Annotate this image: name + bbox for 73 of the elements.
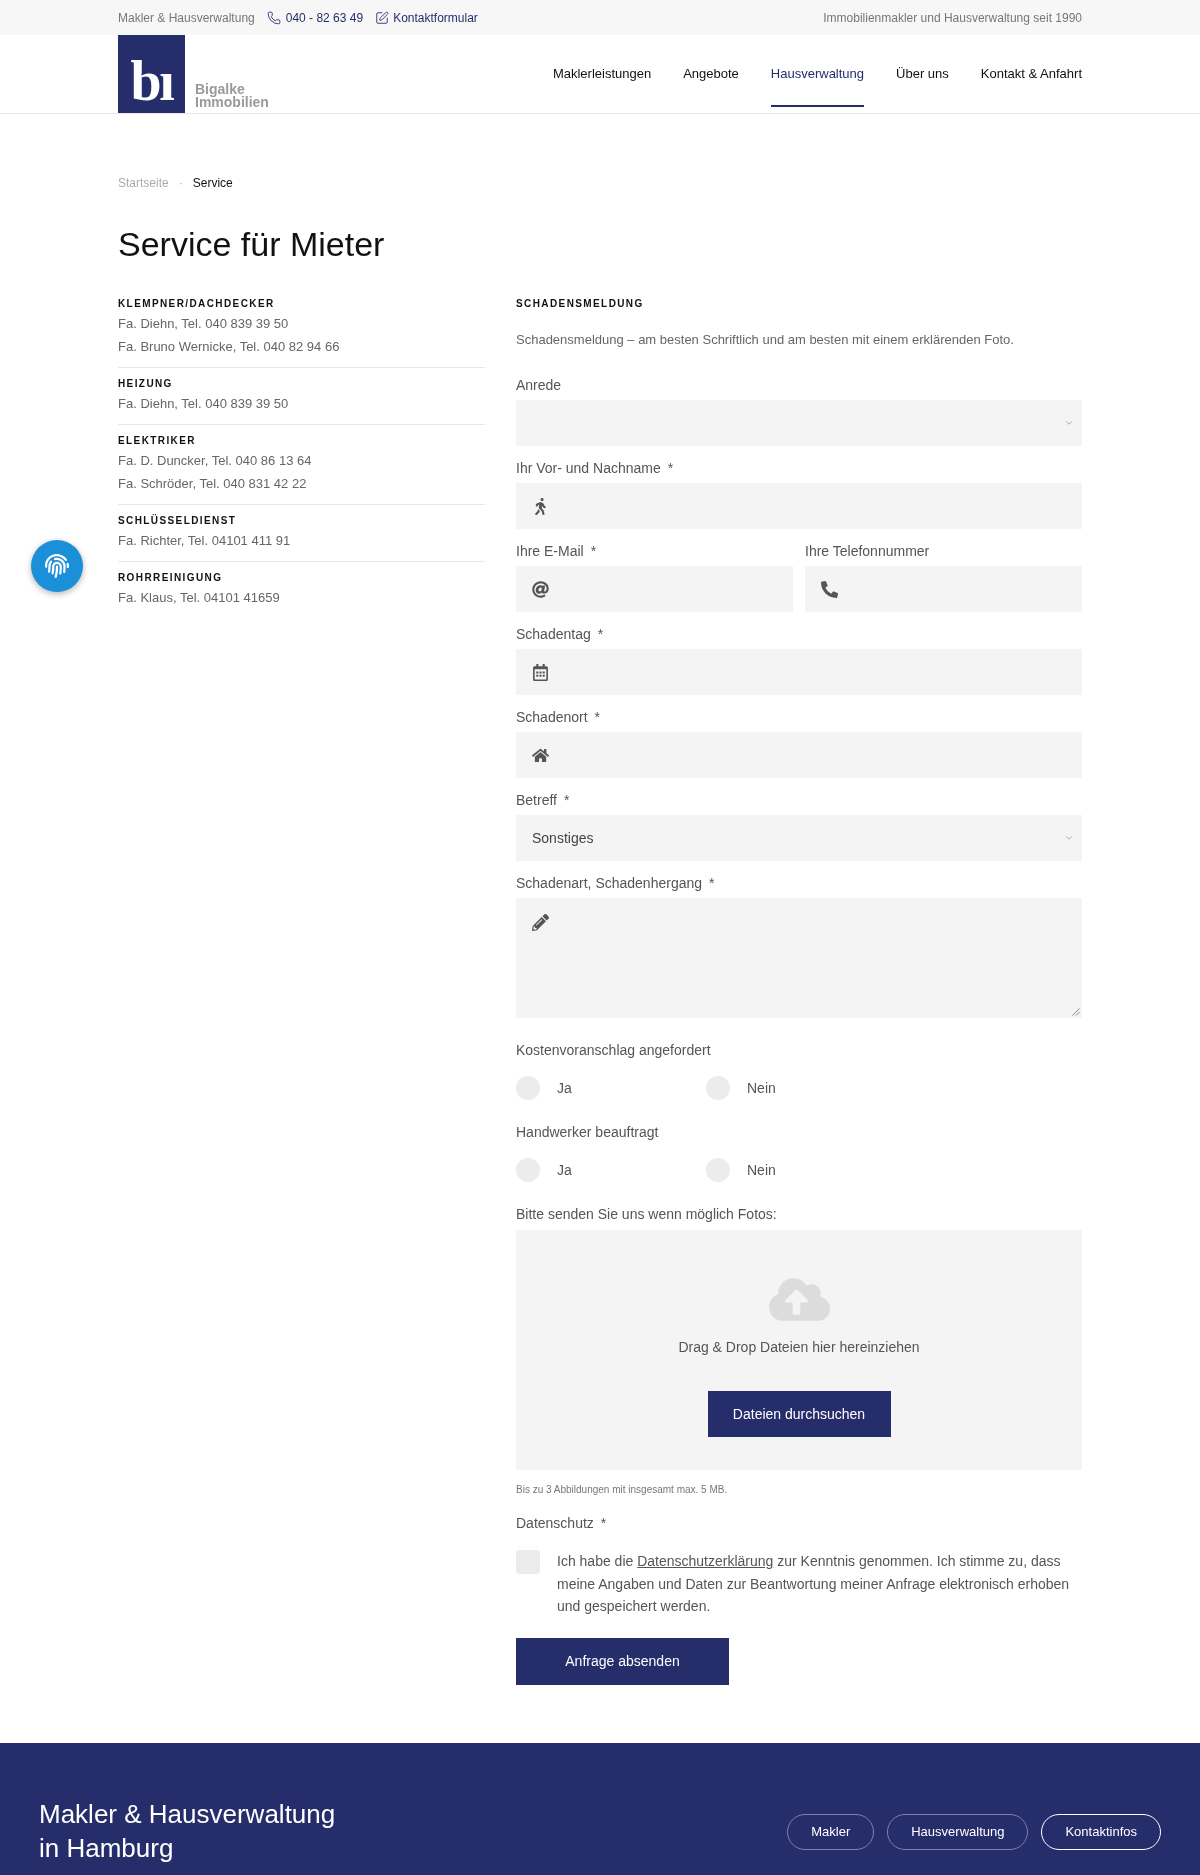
field-label: Kostenvoranschlag angefordert	[516, 1041, 711, 1060]
field-label: Datenschutz *	[516, 1514, 607, 1533]
fingerprint-icon	[45, 554, 69, 578]
resize-grip-icon[interactable]	[1072, 1008, 1080, 1016]
walking-person-icon	[532, 497, 549, 515]
section-heading: ROHRREINIGUNG	[118, 571, 223, 585]
phone-icon	[821, 580, 838, 598]
place-input[interactable]	[516, 732, 1082, 778]
phone-link[interactable]: 040 - 82 63 49	[266, 8, 364, 27]
select-field[interactable]: Sonstiges	[516, 815, 1082, 861]
radio-label: Ja	[557, 1079, 572, 1098]
contact-line: Fa. Bruno Wernicke, Tel. 040 82 94 66	[118, 338, 340, 356]
submit-button[interactable]: Anfrage absenden	[516, 1637, 729, 1685]
cloud-upload-icon	[768, 1275, 830, 1324]
section-heading: ELEKTRIKER	[118, 434, 196, 448]
fingerprint-button[interactable]	[31, 540, 83, 592]
edit-icon	[375, 10, 390, 25]
calendar-icon	[532, 663, 549, 681]
section-heading: SCHLÜSSELDIENST	[118, 513, 237, 528]
radio-label: Ja	[557, 1161, 572, 1180]
select-field[interactable]	[516, 400, 1082, 446]
field-label: Ihr Vor- und Nachname *	[516, 459, 674, 478]
phone-icon	[266, 10, 281, 25]
phone-input[interactable]	[805, 566, 1082, 612]
nav-link[interactable]: Über uns	[896, 64, 949, 84]
nav-link[interactable]: Maklerleistungen	[552, 64, 652, 84]
field-label: Betreff *	[516, 791, 570, 810]
contact-line: Fa. Diehn, Tel. 040 839 39 50	[118, 315, 289, 333]
field-label: Ihre E-Mail *	[516, 542, 597, 561]
date-input[interactable]	[516, 649, 1082, 695]
contact-line: Fa. Diehn, Tel. 040 839 39 50	[118, 395, 289, 413]
browse-files-button[interactable]: Dateien durchsuchen	[707, 1391, 891, 1437]
nav-link[interactable]: Angebote	[683, 64, 739, 84]
pencil-icon	[532, 914, 549, 931]
field-label: Bitte senden Sie uns wenn möglich Fotos:	[516, 1205, 777, 1224]
consent-text: Ich habe die Datenschutzerklärung zur Kenntnis genommen. Ich stimme zu, dass meine Angaben und Daten zur Beantwortung meiner Anfrage elektronisch erhoben und gespeichert werden.	[557, 1552, 1071, 1616]
contact-line: Fa. Schröder, Tel. 040 831 42 22	[118, 475, 307, 493]
breadcrumb-separator: ·	[178, 175, 183, 191]
at-sign-icon	[532, 580, 549, 598]
field-label: Handwerker beauftragt	[516, 1123, 659, 1142]
upload-note: Bis zu 3 Abbildungen mit insgesamt max. 5 MB.	[516, 1483, 728, 1497]
tagline: Immobilienmakler und Hausverwaltung seit 1990	[823, 9, 1082, 27]
contact-line: Fa. Klaus, Tel. 04101 41659	[118, 589, 280, 607]
field-label: Anrede	[516, 376, 562, 395]
upload-dropzone[interactable]: Drag & Drop Dateien hier hereinziehen Dateien durchsuchen	[516, 1230, 1082, 1470]
logo-mark[interactable]: bı	[118, 35, 185, 113]
form-heading: SCHADENSMELDUNG	[516, 297, 644, 311]
chevron-down-icon	[1064, 418, 1074, 428]
contact-form-link[interactable]: Kontaktformular	[375, 8, 478, 27]
drop-hint: Drag & Drop Dateien hier hereinziehen	[678, 1338, 920, 1357]
chevron-down-icon	[1064, 833, 1074, 843]
radio-label: Nein	[747, 1161, 776, 1180]
field-label: Schadenort *	[516, 708, 601, 727]
contact-line: Fa. D. Duncker, Tel. 040 86 13 64	[118, 452, 312, 470]
logo-text: Bigalke Immobilien	[195, 83, 269, 112]
privacy-policy-link[interactable]: Datenschutzerklärung	[637, 1553, 774, 1569]
radio-label: Nein	[747, 1079, 776, 1098]
house-icon	[532, 746, 549, 764]
email-input[interactable]	[516, 566, 793, 612]
page-title: Service für Mieter	[118, 224, 385, 264]
contact-line: Fa. Richter, Tel. 04101 411 91	[118, 532, 291, 550]
section-heading: KLEMPNER/DACHDECKER	[118, 297, 275, 311]
breadcrumb-current-page: Service	[192, 175, 233, 191]
field-label: Schadenart, Schadenhergang *	[516, 874, 715, 893]
section-heading: HEIZUNG	[118, 377, 173, 391]
name-input[interactable]	[516, 483, 1082, 529]
field-label: Schadentag *	[516, 625, 604, 644]
nav-link[interactable]: Hausverwaltung	[770, 64, 865, 84]
form-intro: Schadensmeldung – am besten Schriftlich und am besten mit einem erklärenden Foto.	[516, 331, 1014, 349]
footer-heading: Makler & Hausverwaltung in Hamburg	[39, 1797, 336, 1865]
field-label: Ihre Telefonnummer	[805, 542, 930, 561]
nav-link[interactable]: Kontakt & Anfahrt	[980, 64, 1082, 84]
top-bar-label: Makler & Hausverwaltung	[118, 9, 255, 27]
